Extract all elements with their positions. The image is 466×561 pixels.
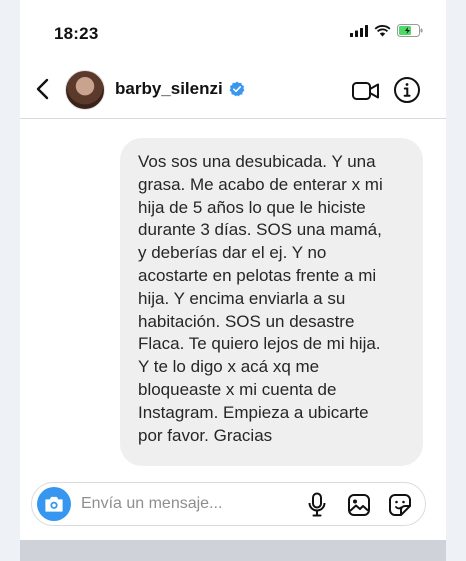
gallery-icon[interactable]	[347, 493, 371, 517]
camera-icon	[45, 496, 63, 512]
status-icons	[350, 24, 424, 37]
status-bar: 18:23	[20, 0, 446, 62]
status-time: 18:23	[54, 24, 99, 43]
verified-badge-icon	[229, 81, 245, 97]
sticker-icon[interactable]	[388, 493, 412, 517]
camera-button[interactable]	[37, 487, 71, 521]
username[interactable]: barby_silenzi	[115, 79, 223, 99]
chat-header: barby_silenzi	[20, 62, 446, 119]
username-row[interactable]: barby_silenzi	[115, 79, 245, 99]
battery-icon	[397, 24, 423, 37]
message-composer	[31, 482, 426, 526]
message-bubble[interactable]: Vos sos una desubicada. Y una grasa. Me …	[120, 138, 423, 466]
microphone-icon[interactable]	[307, 492, 327, 518]
message-input[interactable]	[81, 491, 271, 517]
keyboard-edge	[20, 540, 446, 561]
video-call-icon[interactable]	[351, 79, 381, 103]
avatar[interactable]	[65, 70, 105, 110]
phone-screen: 18:23 barby_silenzi Vos sos una desubica…	[20, 0, 446, 561]
info-icon[interactable]	[393, 76, 421, 104]
back-arrow-icon[interactable]	[30, 74, 56, 104]
wifi-icon	[374, 24, 391, 36]
message-text: Vos sos una desubicada. Y una grasa. Me …	[138, 152, 383, 445]
signal-icon	[350, 24, 368, 37]
